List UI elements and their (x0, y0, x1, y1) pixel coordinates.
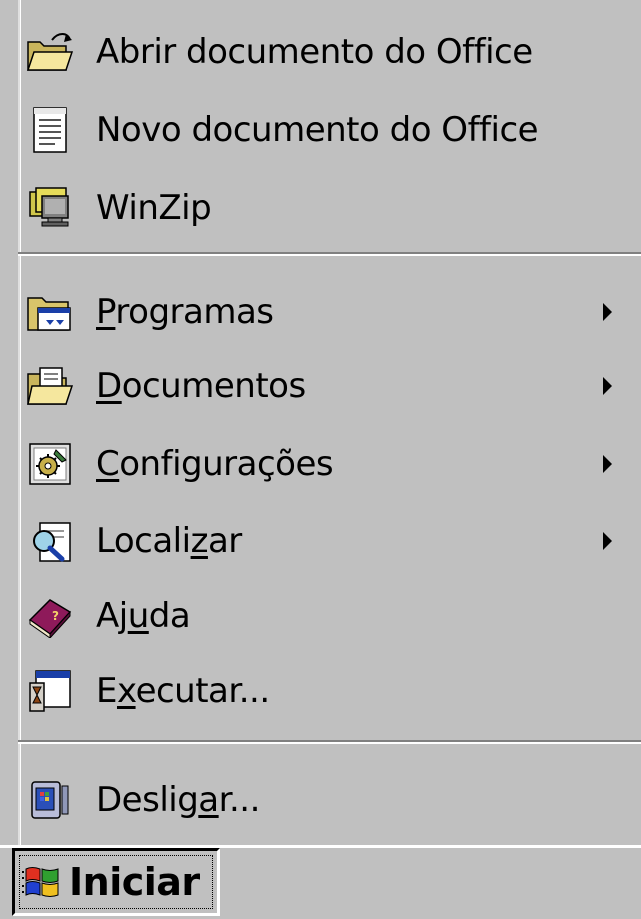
menu-item-label: Novo documento do Office (96, 110, 539, 150)
start-button-label: Iniciar (69, 860, 200, 904)
menu-item-label: WinZip (96, 188, 212, 228)
programs-icon (24, 286, 76, 338)
screen: Abrir documento do Office Novo documento… (0, 0, 641, 919)
menu-item-label: Desligar... (96, 780, 260, 820)
menu-item-label: Executar... (96, 671, 270, 711)
menu-item-shutdown[interactable]: Desligar... (18, 764, 618, 836)
menu-item-run[interactable]: Executar... (18, 655, 618, 727)
menu-item-winzip[interactable]: WinZip (18, 172, 618, 244)
find-icon (24, 515, 76, 567)
open-folder-icon (24, 26, 76, 78)
menu-item-documents[interactable]: Documentos (18, 350, 618, 422)
menu-item-help[interactable]: ? Ajuda (18, 580, 618, 652)
shutdown-icon (24, 774, 76, 826)
menu-item-label: Documentos (96, 366, 306, 406)
menu-item-new-office-document[interactable]: Novo documento do Office (18, 94, 618, 166)
menu-item-find[interactable]: Localizar (18, 505, 618, 577)
menu-item-open-office-document[interactable]: Abrir documento do Office (18, 16, 618, 88)
submenu-arrow-icon (603, 532, 612, 550)
menu-item-programs[interactable]: Programas (18, 276, 618, 348)
new-document-icon (24, 104, 76, 156)
submenu-arrow-icon (603, 455, 612, 473)
submenu-arrow-icon (603, 303, 612, 321)
help-book-icon: ? (24, 590, 76, 642)
winzip-icon (24, 182, 76, 234)
menu-item-label: Localizar (96, 521, 242, 561)
run-icon (24, 665, 76, 717)
settings-icon (24, 438, 76, 490)
menu-item-label: Ajuda (96, 596, 191, 636)
menu-separator (18, 252, 641, 256)
taskbar: Iniciar (0, 848, 641, 919)
menu-item-label: Programas (96, 292, 274, 332)
documents-icon (24, 360, 76, 412)
menu-item-settings[interactable]: Configurações (18, 428, 618, 500)
svg-text:?: ? (52, 609, 59, 623)
menu-separator (18, 740, 641, 744)
windows-logo-icon (21, 860, 65, 904)
submenu-arrow-icon (603, 377, 612, 395)
menu-item-label: Abrir documento do Office (96, 32, 533, 72)
start-button[interactable]: Iniciar (12, 848, 220, 916)
menu-item-label: Configurações (96, 444, 334, 484)
